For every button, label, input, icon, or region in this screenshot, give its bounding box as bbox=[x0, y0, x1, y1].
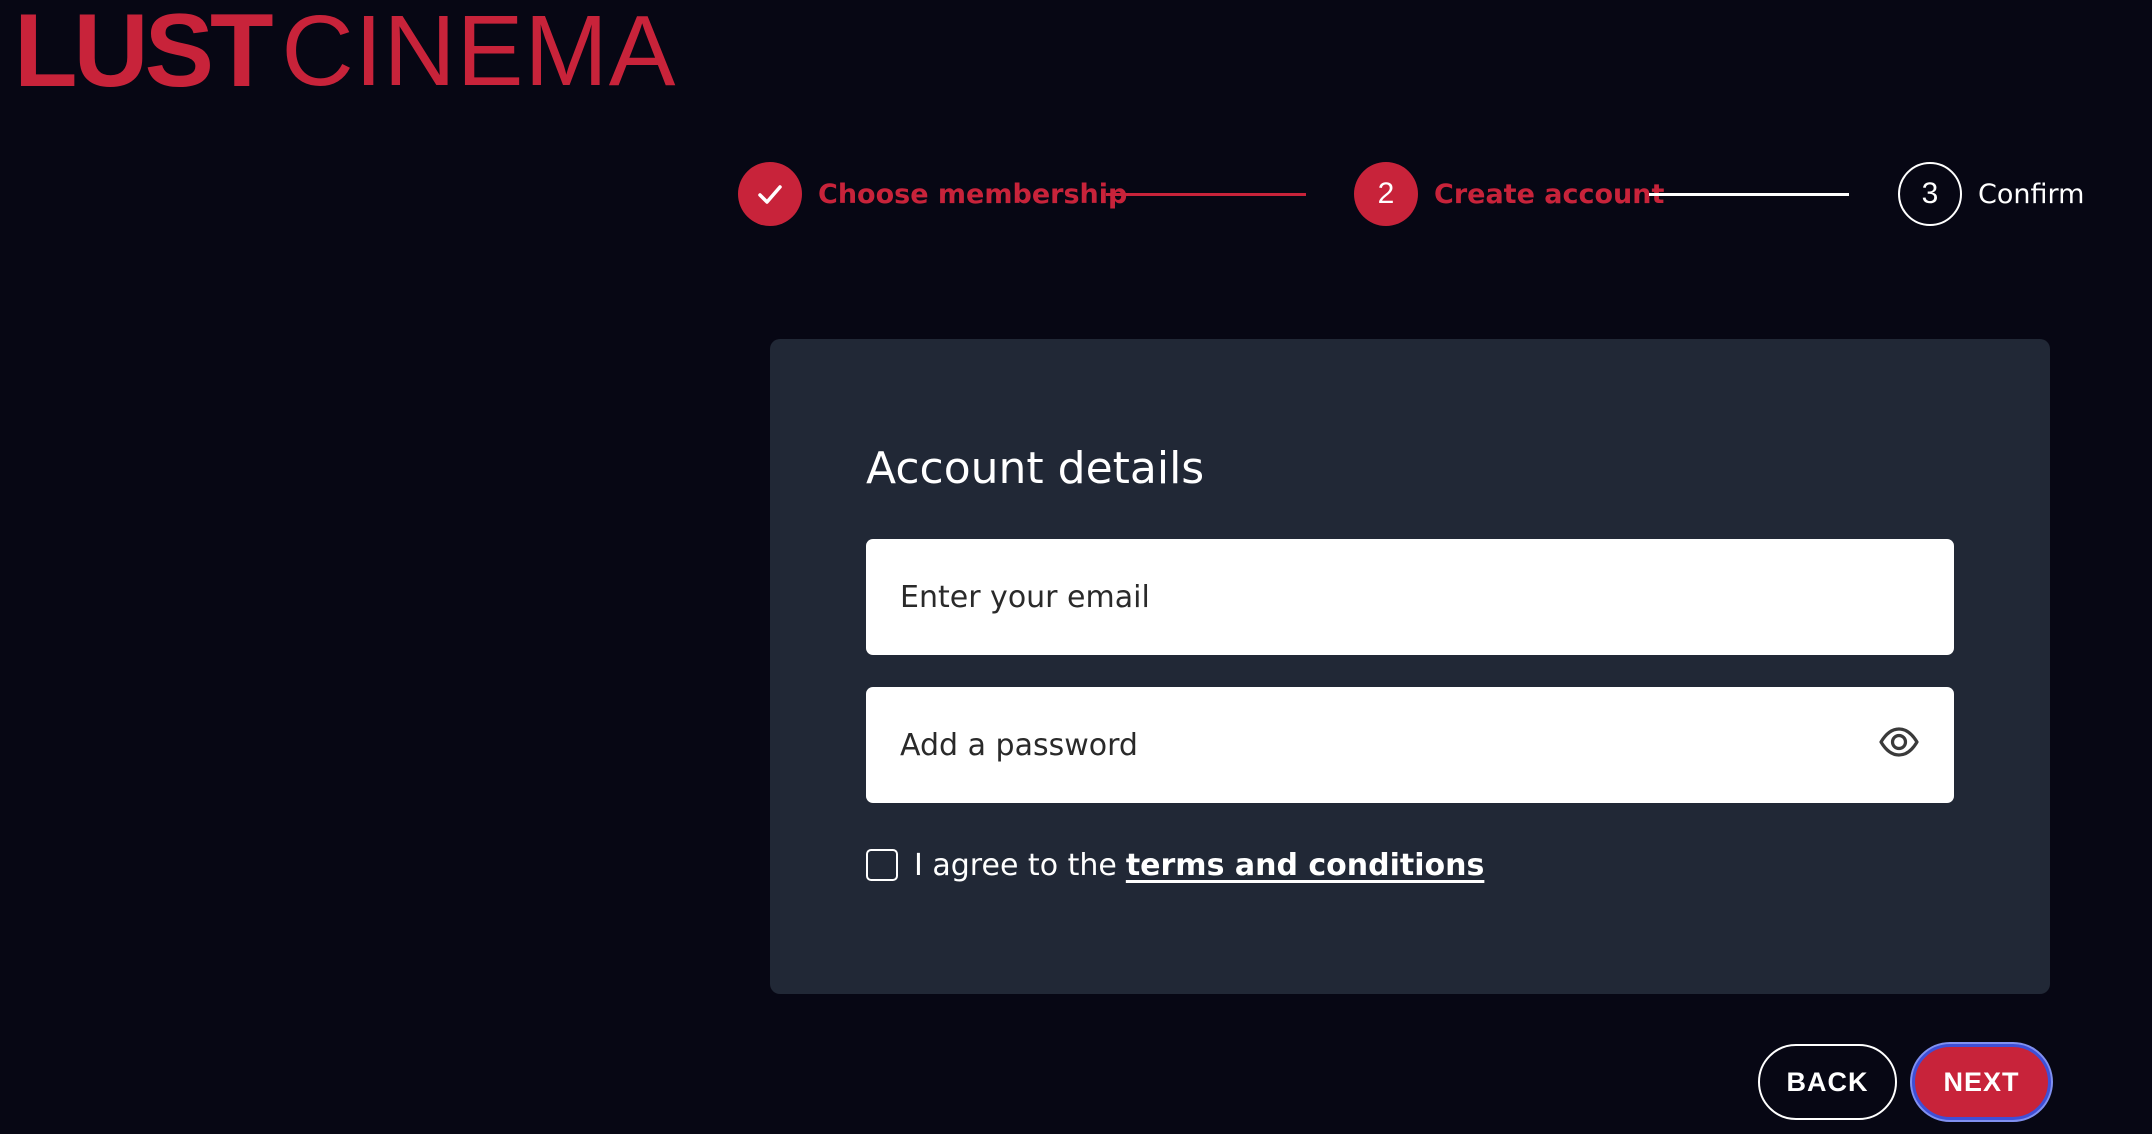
agree-label: I agree to the bbox=[914, 847, 1117, 883]
eye-icon[interactable] bbox=[1878, 721, 1920, 763]
email-input[interactable] bbox=[866, 539, 1954, 655]
back-button[interactable]: BACK bbox=[1758, 1044, 1897, 1120]
step-3-badge: 3 bbox=[1898, 162, 1962, 226]
account-details-card: Account details I agree to the terms and… bbox=[770, 339, 2050, 994]
terms-checkbox[interactable] bbox=[866, 849, 898, 881]
logo-text-light: CINEMA bbox=[281, 0, 677, 107]
card-title: Account details bbox=[866, 443, 1205, 494]
logo-text-bold: LUST bbox=[14, 0, 274, 109]
password-field[interactable] bbox=[866, 687, 1954, 803]
next-button[interactable]: NEXT bbox=[1912, 1044, 2051, 1120]
email-field[interactable] bbox=[866, 539, 1954, 655]
terms-agreement-row: I agree to the terms and conditions bbox=[866, 845, 1484, 885]
step-connector-1 bbox=[1106, 193, 1306, 196]
step-3-label: Confirm bbox=[1978, 178, 2085, 210]
step-2-badge: 2 bbox=[1354, 162, 1418, 226]
step-connector-2 bbox=[1649, 193, 1849, 196]
step-1-label: Choose membership bbox=[818, 178, 1128, 210]
signup-stepper: Choose membership 2 Create account 3 Con… bbox=[738, 162, 2088, 228]
check-icon bbox=[758, 185, 782, 204]
step-2-label: Create account bbox=[1434, 178, 1665, 210]
terms-link[interactable]: terms and conditions bbox=[1126, 848, 1485, 883]
brand-logo[interactable]: LUST CINEMA bbox=[14, 0, 677, 109]
password-input[interactable] bbox=[866, 687, 1954, 803]
step-1-complete-badge bbox=[738, 162, 802, 226]
